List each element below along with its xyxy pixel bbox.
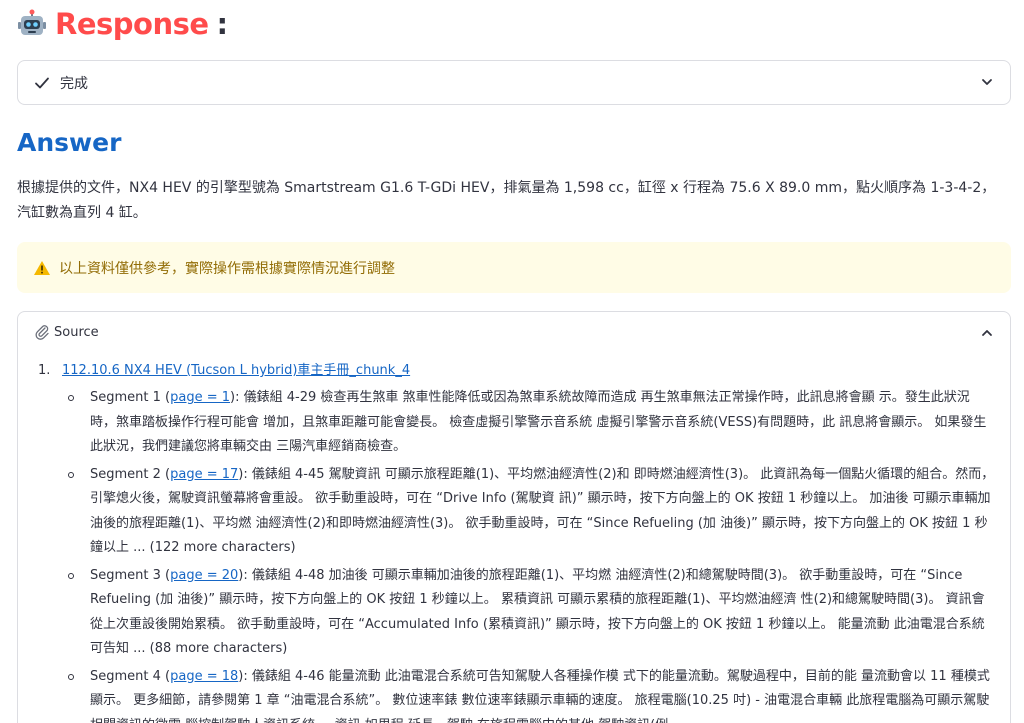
- page-link[interactable]: page = 18: [170, 669, 238, 684]
- robot-icon: [18, 9, 46, 35]
- check-icon: [35, 77, 49, 88]
- bullet-icon: [64, 564, 90, 662]
- bullet-icon: [64, 463, 90, 561]
- warning-box: 以上資料僅供參考，實際操作需根據實際情況進行調整: [17, 242, 1011, 293]
- list-number: 1.: [38, 363, 51, 378]
- bullet-icon: [64, 665, 90, 723]
- paperclip-icon: [35, 325, 49, 340]
- page-link[interactable]: page = 20: [170, 568, 238, 583]
- response-colon: :: [216, 7, 229, 41]
- segment-prefix: Segment 2 (: [90, 466, 171, 482]
- document-list: 1. 112.10.6 NX4 HEV (Tucson L hybrid)車主手…: [38, 360, 998, 723]
- segment-prefix: Segment 1 (: [90, 390, 171, 405]
- source-expander[interactable]: Source 1. 112.10.6 NX4 HEV (Tucson L hyb…: [17, 311, 1011, 723]
- answer-text: 根據提供的文件，NX4 HEV 的引擎型號為 Smartstream G1.6 …: [17, 180, 996, 221]
- source-header[interactable]: Source: [34, 324, 99, 340]
- warning-icon: [34, 260, 50, 275]
- response-title: Response: [55, 7, 209, 41]
- page-link[interactable]: page = 1: [170, 390, 230, 405]
- segment-prefix: Segment 4 (: [90, 668, 171, 684]
- status-expander[interactable]: 完成: [17, 60, 1011, 105]
- list-item: 1. 112.10.6 NX4 HEV (Tucson L hybrid)車主手…: [38, 360, 998, 382]
- bullet-icon: [64, 386, 90, 460]
- segment-prefix: Segment 3 (: [90, 567, 171, 583]
- status-label: 完成: [60, 75, 88, 92]
- page-link[interactable]: page = 17: [170, 467, 238, 482]
- segment-item: Segment 2 (page = 17): 儀錶組 4-45 駕駛資訊 可顯示…: [64, 463, 998, 561]
- segment-list: Segment 1 (page = 1): 儀錶組 4-29 檢查再生煞車 煞車…: [64, 386, 998, 723]
- chevron-up-icon[interactable]: [980, 326, 994, 340]
- response-header: Response :: [17, 4, 228, 44]
- chevron-down-icon[interactable]: [980, 75, 994, 89]
- answer-title: Answer: [17, 128, 122, 157]
- segment-item: Segment 4 (page = 18): 儀錶組 4-46 能量流動 此油電…: [64, 665, 998, 723]
- source-label: Source: [54, 324, 99, 340]
- segment-item: Segment 3 (page = 20): 儀錶組 4-48 加油後 可顯示車…: [64, 564, 998, 662]
- document-link[interactable]: 112.10.6 NX4 HEV (Tucson L hybrid)車主手冊_c…: [62, 360, 410, 382]
- warning-text: 以上資料僅供參考，實際操作需根據實際情況進行調整: [59, 260, 395, 277]
- segment-item: Segment 1 (page = 1): 儀錶組 4-29 檢查再生煞車 煞車…: [64, 386, 998, 460]
